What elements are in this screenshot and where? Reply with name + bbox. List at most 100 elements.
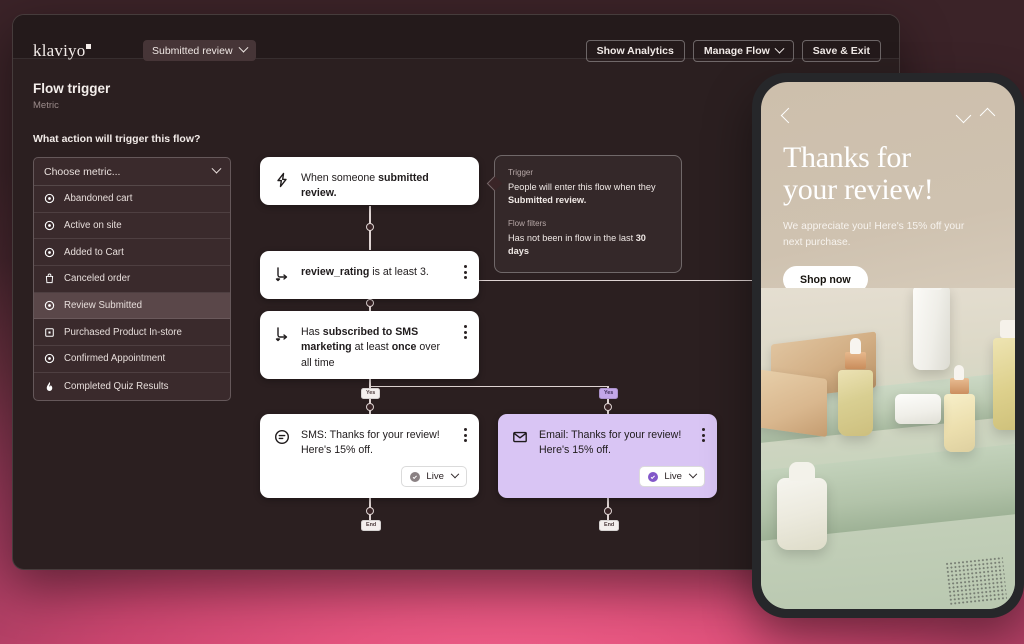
sms-check-bold2: marketing — [301, 341, 352, 354]
flow-node-sms-subscription-check[interactable]: Has subscribed to SMS marketing at least… — [260, 311, 479, 379]
metric-dropdown-value: Choose metric... — [44, 165, 121, 178]
photo-bottle-pump — [913, 288, 950, 370]
metric-option-active-on-site[interactable]: Active on site — [34, 213, 230, 240]
metric-dropdown: Choose metric... Abandoned cart Active o… — [33, 157, 231, 401]
photo-bottle-cap — [921, 288, 942, 290]
sms-check-pre: Has — [301, 326, 323, 338]
sms-check-bold3: once — [391, 341, 417, 354]
metric-dropdown-toggle[interactable]: Choose metric... — [34, 158, 230, 186]
photo-dropper-bulb — [954, 365, 964, 380]
tooltip-filters-label: Flow filters — [508, 219, 547, 229]
chevron-down-icon — [211, 163, 222, 174]
email-preview-title: Thanks for your review! — [783, 141, 993, 207]
metric-option-label: Confirmed Appointment — [64, 353, 166, 365]
sms-icon — [274, 429, 290, 445]
condition-text-bold: review_rating — [301, 266, 370, 278]
chevron-up-icon[interactable] — [979, 107, 996, 123]
trigger-text-pre: When someone — [301, 172, 379, 184]
chevron-down-icon[interactable] — [955, 107, 972, 123]
tooltip-filters-pre: Has not been in flow in the last — [508, 233, 636, 244]
sms-check-bold1: subscribed to SMS — [322, 326, 419, 338]
tooltip-filters-text: Has not been in flow in the last 30 days — [508, 232, 668, 257]
sms-check-mid: at least — [351, 341, 392, 354]
chevron-down-icon — [238, 42, 248, 53]
node-menu-button[interactable] — [464, 265, 467, 279]
connector-joint — [366, 299, 374, 307]
manage-flow-label: Manage Flow — [703, 45, 770, 57]
live-check-icon — [410, 471, 421, 482]
metric-option-label: Completed Quiz Results — [64, 380, 169, 392]
show-analytics-label: Show Analytics — [596, 45, 674, 57]
sms-status-dropdown[interactable]: Live — [401, 466, 467, 487]
edge-label-end: End — [361, 520, 382, 532]
node-menu-button[interactable] — [464, 428, 467, 442]
email-title-line2: your review! — [783, 173, 934, 207]
email-preview-nav — [780, 104, 996, 126]
edge-label-end: End — [599, 520, 620, 532]
email-preview-product-photo — [761, 288, 1015, 609]
tooltip-divider — [508, 206, 668, 219]
square-dot-icon — [44, 327, 55, 338]
email-title-line1: Thanks for — [783, 141, 911, 174]
page-title: Flow trigger — [33, 81, 111, 96]
metric-option-purchased-product-in-store[interactable]: Purchased Product In-store — [34, 319, 230, 347]
flow-node-email-message[interactable]: Email: Thanks for your review! Here's 15… — [498, 414, 717, 498]
metric-option-abandoned-cart[interactable]: Abandoned cart — [34, 186, 230, 213]
metric-option-label: Abandoned cart — [64, 193, 133, 205]
logo-mark-icon — [86, 44, 92, 50]
back-chevron-icon[interactable] — [780, 107, 797, 123]
flow-node-trigger[interactable]: When someone submitted review. — [260, 157, 479, 205]
panel-subtitle: Metric — [33, 100, 59, 111]
flow-name-selector[interactable]: Submitted review — [143, 40, 256, 61]
connector-joint — [604, 403, 612, 411]
photo-dropper-bulb — [850, 338, 861, 354]
edge-label-yes-email: Yes — [599, 388, 619, 400]
flow-trigger-panel: Flow trigger Metric What action will tri… — [13, 59, 249, 569]
photo-bottle-cap — [1000, 320, 1015, 338]
app-topbar: klaviyo Submitted review Show Analytics … — [13, 15, 899, 62]
email-status-label: Live — [664, 471, 682, 482]
klaviyo-logo: klaviyo — [33, 41, 92, 61]
live-check-icon — [648, 471, 659, 482]
photo-dropper-bottle — [838, 370, 873, 436]
email-preview-hero: Thanks for your review! We appreciate yo… — [761, 82, 1015, 294]
photo-dropper-cap — [845, 352, 866, 369]
photo-box — [761, 368, 827, 438]
flow-name-label: Submitted review — [152, 44, 233, 57]
metric-option-canceled-order[interactable]: Canceled order — [34, 266, 230, 293]
email-status-dropdown[interactable]: Live — [639, 466, 705, 487]
flow-node-sms-message[interactable]: SMS: Thanks for your review! Here's 15% … — [260, 414, 479, 498]
chevron-down-icon — [688, 469, 698, 478]
branch-icon — [274, 326, 290, 342]
tooltip-trigger-label: Trigger — [508, 168, 534, 177]
branch-icon — [274, 266, 290, 282]
target-icon — [44, 247, 55, 258]
preview-nav-right — [955, 107, 996, 123]
node-menu-button[interactable] — [702, 428, 705, 442]
email-preview-subtitle: We appreciate you! Here's 15% off your n… — [783, 221, 965, 248]
photo-dropper-bottle — [944, 394, 975, 452]
chevron-down-icon — [774, 43, 785, 54]
chevron-down-icon — [450, 469, 460, 478]
connector-joint — [366, 507, 374, 515]
bolt-icon — [274, 172, 290, 188]
node-menu-button[interactable] — [464, 325, 467, 339]
flow-node-sms-check-text: Has subscribed to SMS marketing at least… — [301, 325, 465, 371]
metric-option-completed-quiz-results[interactable]: Completed Quiz Results — [34, 373, 230, 400]
photo-dropper-cap — [950, 378, 969, 394]
metric-option-label: Active on site — [64, 220, 122, 232]
metric-option-review-submitted[interactable]: Review Submitted — [34, 292, 230, 320]
photo-frosted-bottle — [777, 478, 827, 550]
sms-status-label: Live — [426, 471, 444, 482]
tooltip-trigger-text: People will enter this flow when they Su… — [508, 181, 668, 206]
phone-mockup: Thanks for your review! We appreciate yo… — [752, 73, 1024, 618]
flow-node-condition[interactable]: review_rating is at least 3. — [260, 251, 479, 299]
target-icon — [44, 220, 55, 231]
shopping-bag-icon — [44, 273, 55, 284]
connector-joint — [366, 223, 374, 231]
metric-option-label: Purchased Product In-store — [64, 326, 182, 338]
flow-node-sms-message-text: SMS: Thanks for your review! Here's 15% … — [301, 429, 440, 457]
photo-oil-bottle — [993, 338, 1015, 430]
metric-option-confirmed-appointment[interactable]: Confirmed Appointment — [34, 346, 230, 373]
metric-option-added-to-cart[interactable]: Added to Cart — [34, 239, 230, 267]
